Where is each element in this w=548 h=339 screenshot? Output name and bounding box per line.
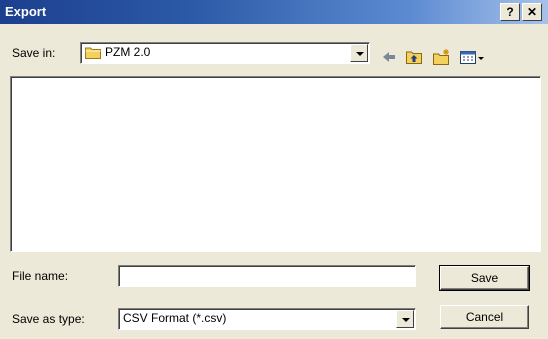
- save-as-type-label: Save as type:: [12, 312, 85, 326]
- back-arrow-icon[interactable]: [380, 48, 398, 66]
- save-as-type-dropdown-arrow[interactable]: [396, 310, 414, 328]
- up-folder-icon[interactable]: [405, 48, 423, 66]
- help-button[interactable]: ?: [500, 3, 520, 21]
- view-menu-icon[interactable]: [459, 48, 487, 66]
- save-in-dropdown[interactable]: PZM 2.0: [80, 42, 370, 64]
- new-folder-icon[interactable]: [432, 48, 452, 66]
- title-bar[interactable]: Export ? ✕: [0, 0, 548, 24]
- save-button[interactable]: Save: [439, 265, 530, 291]
- file-name-label: File name:: [12, 269, 69, 283]
- file-name-input[interactable]: [118, 265, 416, 287]
- save-in-dropdown-arrow[interactable]: [350, 44, 368, 62]
- save-in-label: Save in:: [12, 46, 56, 60]
- close-button[interactable]: ✕: [522, 3, 542, 21]
- save-as-type-dropdown[interactable]: CSV Format (*.csv): [118, 308, 416, 330]
- folder-icon: [85, 47, 101, 59]
- cancel-button[interactable]: Cancel: [440, 305, 529, 329]
- file-list[interactable]: [10, 76, 541, 252]
- save-as-type-value: CSV Format (*.csv): [123, 311, 227, 325]
- save-in-value: PZM 2.0: [105, 45, 151, 59]
- window-title: Export: [5, 4, 47, 19]
- export-dialog: Export ? ✕ Save in: PZM 2.0 File name: S…: [0, 0, 548, 339]
